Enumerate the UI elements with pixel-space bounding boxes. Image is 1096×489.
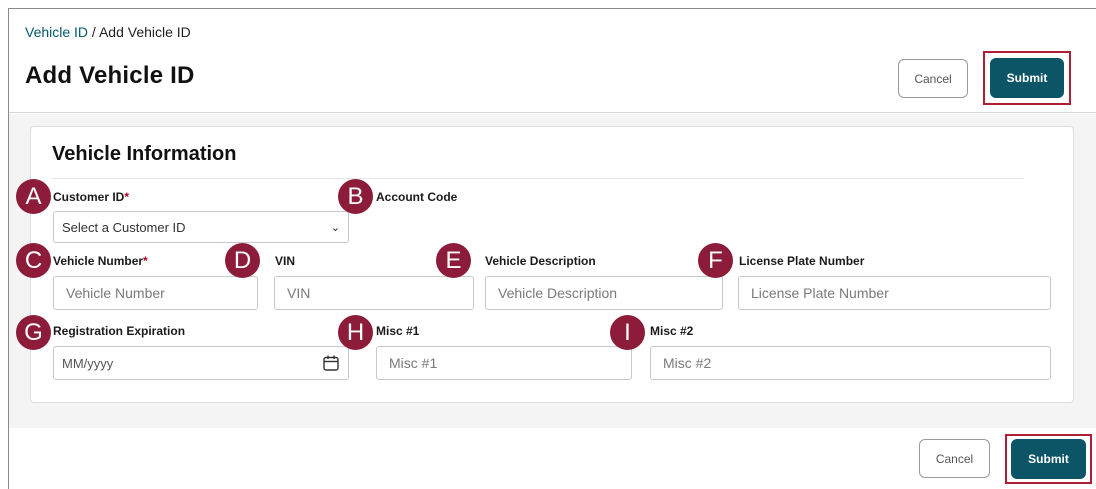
misc1-label: Misc #1 — [376, 324, 420, 338]
annotation-marker-a: A — [16, 179, 51, 214]
calendar-icon[interactable] — [322, 354, 340, 372]
customer-id-label: Customer ID* — [53, 190, 129, 204]
annotation-marker-d: D — [225, 243, 260, 278]
registration-expiration-label: Registration Expiration — [53, 324, 186, 338]
submit-button-top[interactable]: Submit — [990, 58, 1064, 98]
annotation-marker-h: H — [338, 315, 373, 350]
annotation-marker-e: E — [436, 243, 471, 278]
license-plate-label: License Plate Number — [739, 254, 865, 268]
breadcrumb-link-vehicle-id[interactable]: Vehicle ID — [25, 24, 88, 40]
misc2-input[interactable] — [650, 346, 1051, 380]
customer-id-label-text: Customer ID — [53, 190, 125, 204]
annotation-marker-f: F — [698, 243, 733, 278]
annotation-marker-c: C — [16, 243, 51, 278]
registration-expiration-input[interactable]: MM/yyyy — [53, 346, 349, 380]
vin-label: VIN — [275, 254, 296, 268]
chevron-down-icon: ⌄ — [330, 221, 340, 234]
account-code-label: Account Code — [376, 190, 458, 204]
breadcrumb-separator: / — [88, 24, 99, 40]
vehicle-description-label: Vehicle Description — [485, 254, 596, 268]
page-title: Add Vehicle ID — [25, 62, 195, 89]
annotation-marker-g: G — [16, 315, 51, 350]
submit-button-bottom[interactable]: Submit — [1011, 439, 1086, 479]
vehicle-number-input[interactable] — [53, 276, 258, 310]
section-divider — [52, 178, 1024, 179]
misc1-input[interactable] — [376, 346, 632, 380]
misc2-label: Misc #2 — [650, 324, 694, 338]
customer-id-select[interactable]: Select a Customer ID ⌄ — [53, 211, 349, 243]
vehicle-number-label-text: Vehicle Number — [53, 254, 144, 268]
registration-expiration-placeholder: MM/yyyy — [62, 355, 114, 371]
cancel-button-top[interactable]: Cancel — [898, 59, 968, 98]
required-mark: * — [124, 190, 130, 204]
breadcrumb-current: Add Vehicle ID — [98, 24, 191, 40]
vehicle-number-label: Vehicle Number* — [53, 254, 148, 268]
breadcrumb: Vehicle ID / Add Vehicle ID — [25, 24, 191, 40]
section-title: Vehicle Information — [52, 143, 237, 165]
required-mark: * — [143, 254, 148, 268]
license-plate-input[interactable] — [738, 276, 1051, 310]
annotation-marker-b: B — [338, 179, 373, 214]
customer-id-selected-value: Select a Customer ID — [62, 219, 186, 235]
vin-input[interactable] — [274, 276, 474, 310]
cancel-button-bottom[interactable]: Cancel — [919, 439, 990, 478]
vehicle-description-input[interactable] — [485, 276, 723, 310]
annotation-marker-i: I — [610, 315, 645, 350]
